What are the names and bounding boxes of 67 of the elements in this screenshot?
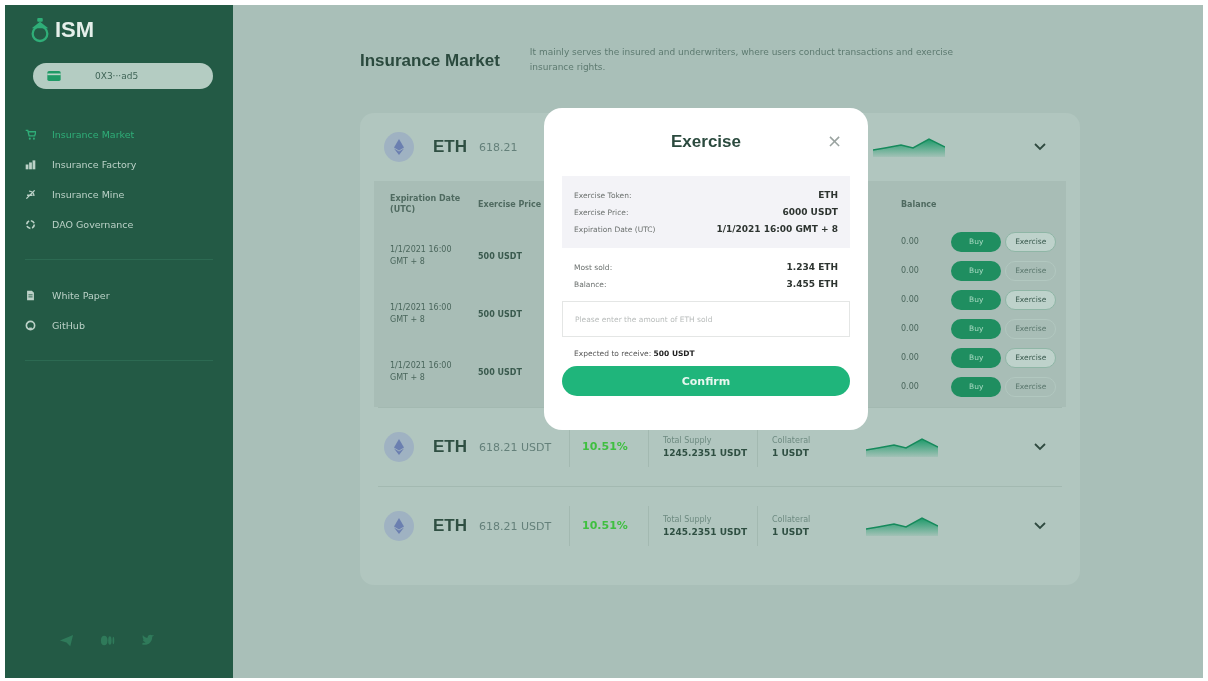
chevron-down-icon[interactable] <box>1034 522 1046 530</box>
sparkline <box>866 516 938 536</box>
bar-chart-icon <box>25 158 36 170</box>
sparkline <box>873 137 945 157</box>
info-value: 1.234 ETH <box>786 262 838 272</box>
table-cell-text: 0.00 <box>901 382 920 391</box>
logo-icon <box>29 17 51 43</box>
nav-item[interactable]: Insurance Factory <box>25 155 213 173</box>
sidebar-link[interactable]: White Paper <box>25 286 213 304</box>
price-change: 10.51% <box>569 506 648 546</box>
info-value: ETH <box>818 190 838 200</box>
sidebar-link[interactable]: GitHub <box>25 316 213 334</box>
table-cell-text: 500 USDT <box>478 251 523 261</box>
stat-label: Total Supply <box>663 436 713 445</box>
token-icon <box>384 432 414 462</box>
page-description: It mainly serves the insured and underwriters, where users conduct transactions and exercise insurance rights. <box>529 46 955 74</box>
table-cell-text: 0.00 <box>901 266 920 275</box>
wallet-button[interactable]: 0X3···ad5 <box>33 63 213 89</box>
nav-item[interactable]: Insurance Mine <box>25 185 213 203</box>
ring-icon <box>25 218 36 230</box>
info-value: 3.455 ETH <box>786 279 838 289</box>
chevron-down-icon[interactable] <box>1034 143 1046 151</box>
logo-text: ISM <box>55 17 95 43</box>
card-icon <box>47 71 61 81</box>
stat-label: Total Supply <box>663 515 713 524</box>
table-cell-text: 0.00 <box>901 353 920 362</box>
table-cell-text: 0.00 <box>901 237 920 246</box>
table-cell-text: 500 USDT <box>478 367 523 377</box>
table-cell-text: 500 USDT <box>478 309 523 319</box>
stat-value: 1245.2351 USDT <box>663 448 749 458</box>
column-header: Balance <box>901 198 938 210</box>
document-icon <box>25 289 36 301</box>
page-title: Insurance Market <box>360 51 500 71</box>
bird-icon <box>141 633 156 648</box>
confirm-button[interactable]: Confirm <box>562 366 850 396</box>
paper-plane-icon <box>59 633 74 648</box>
column-header: Exercise Price <box>478 198 543 210</box>
table-cell-text: 0.00 <box>901 295 920 304</box>
stat-value: 1245.2351 USDT <box>663 527 749 537</box>
nav-item[interactable]: DAO Governance <box>25 215 213 233</box>
stat-label: Collateral <box>772 436 812 445</box>
stat-value: 1 USDT <box>772 448 810 458</box>
token-price: 618.21 <box>479 140 519 154</box>
stat-value: 1 USDT <box>772 527 810 537</box>
info-value: 1/1/2021 16:00 GMT + 8 <box>716 224 838 234</box>
token-icon <box>384 132 414 162</box>
table-cell-text: 0.00 <box>901 324 920 333</box>
chevron-down-icon[interactable] <box>1034 443 1046 451</box>
token-price: 618.21 USDT <box>479 519 553 533</box>
pickaxe-icon <box>25 188 36 200</box>
dialog-title: Exercise <box>671 132 741 152</box>
token-name: ETH <box>433 137 468 157</box>
nav-item[interactable]: Insurance Market <box>25 125 213 143</box>
column-header: Expiration Date (UTC) <box>390 193 462 215</box>
token-name: ETH <box>433 516 468 536</box>
three-ovals-icon <box>100 633 115 648</box>
table-cell-text: 1/1/2021 16:00 GMT + 8 <box>390 360 453 384</box>
cart-icon <box>25 128 36 140</box>
stat-label: Collateral <box>772 515 812 524</box>
sparkline <box>866 437 938 457</box>
table-cell-text: 1/1/2021 16:00 GMT + 8 <box>390 302 453 326</box>
info-value: 6000 USDT <box>782 207 838 217</box>
close-button[interactable]: × <box>826 132 842 150</box>
token-name: ETH <box>433 437 468 457</box>
token-icon <box>384 511 414 541</box>
token-price: 618.21 USDT <box>479 440 553 454</box>
table-cell-text: 1/1/2021 16:00 GMT + 8 <box>390 244 453 268</box>
